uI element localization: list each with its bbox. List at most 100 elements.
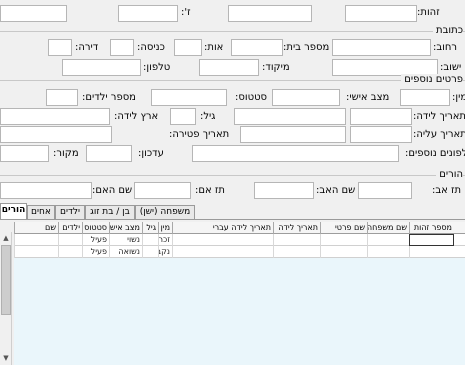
cell-status[interactable]: פעיל (82, 234, 109, 246)
letter-label: אות: (204, 42, 224, 53)
tab-siblings[interactable]: אחים (27, 205, 55, 219)
marital-status-label: מצב אישי: (346, 92, 390, 103)
table-row[interactable]: נקבה נשואה פעיל (14, 246, 465, 258)
aliya-date-label: תאריך עליה: (413, 129, 465, 140)
cell-age[interactable] (142, 246, 158, 258)
birth-country-input[interactable] (0, 108, 110, 125)
col-name[interactable]: שם (14, 222, 58, 234)
cell-first-name[interactable] (320, 246, 367, 258)
cell-id-number[interactable] (409, 234, 454, 246)
cell-status[interactable]: פעיל (82, 246, 109, 258)
settlement-label: ישוב: (440, 62, 462, 73)
phone-input[interactable] (62, 59, 141, 76)
father-id-input[interactable] (358, 182, 412, 199)
scroll-down-icon[interactable]: ▼ (1, 353, 11, 363)
update-label: עדכון: (138, 148, 164, 159)
table-row[interactable]: זכר נשוי פעיל ▶ (14, 234, 465, 246)
tab-family-old[interactable]: משפחה (ישן) (135, 205, 195, 219)
scroll-up-icon[interactable]: ▲ (1, 233, 11, 243)
cell-children[interactable] (58, 234, 82, 246)
col-children[interactable]: ילדים (58, 222, 82, 234)
death-date-input[interactable] (0, 126, 112, 143)
death-date-label: תאריך פטירה: (169, 129, 230, 140)
update-input[interactable] (86, 145, 132, 162)
parents-group-line (0, 175, 465, 176)
birthdate-label: תאריך לידה: (413, 111, 465, 122)
hebrew-aliya-date-input[interactable] (240, 126, 346, 143)
scroll-thumb[interactable] (1, 245, 11, 315)
cell-name[interactable] (14, 246, 58, 258)
letter-input[interactable] (174, 39, 202, 56)
tab-children[interactable]: ילדים (55, 205, 85, 219)
house-number-label: מספר בית: (283, 42, 330, 53)
more-group-title: פרטים נוספים (401, 74, 463, 86)
cell-gender[interactable]: נקבה (158, 246, 172, 258)
cell-hebrew-birthdate[interactable] (172, 246, 273, 258)
col-marital-status[interactable]: מצב אישי (109, 222, 142, 234)
top-field-b[interactable] (0, 5, 67, 22)
father-id-label: תז אב: (432, 185, 462, 196)
id-label: זהות: (417, 7, 440, 18)
source-input[interactable] (0, 145, 49, 162)
grid-header: מספר זהות שם משפחה שם פרטי תאריך לידה תא… (14, 222, 465, 234)
z-input[interactable] (118, 5, 178, 22)
entrance-input[interactable] (110, 39, 134, 56)
street-input[interactable] (332, 39, 431, 56)
age-input[interactable] (170, 108, 196, 125)
col-birthdate[interactable]: תאריך לידה (273, 222, 320, 234)
entrance-label: כניסה: (137, 42, 165, 53)
gender-input[interactable] (400, 89, 450, 106)
mother-name-label: שם האם: (92, 185, 133, 196)
col-gender[interactable]: מין (158, 222, 172, 234)
cell-last-name[interactable] (367, 246, 409, 258)
family-grid[interactable]: מספר זהות שם משפחה שם פרטי תאריך לידה תא… (14, 222, 465, 365)
col-hebrew-birthdate[interactable]: תאריך לידה עברי (172, 222, 273, 234)
cell-id-number[interactable] (409, 246, 454, 258)
children-count-input[interactable] (46, 89, 78, 106)
z-label: ז': (181, 7, 191, 18)
cell-birthdate[interactable] (273, 246, 320, 258)
cell-marital-status[interactable]: נשואה (109, 246, 142, 258)
cell-birthdate[interactable] (273, 234, 320, 246)
col-id-number[interactable]: מספר זהות (409, 222, 454, 234)
hebrew-birthdate-input[interactable] (234, 108, 346, 125)
col-age[interactable]: גיל (142, 222, 158, 234)
grid-vertical-scrollbar[interactable]: ▲ ▼ (0, 232, 12, 365)
father-name-label: שם האב: (316, 185, 356, 196)
source-label: מקור: (53, 148, 79, 159)
cell-marital-status[interactable]: נשוי (109, 234, 142, 246)
mother-id-input[interactable] (134, 182, 191, 199)
cell-first-name[interactable] (320, 234, 367, 246)
extra-phones-label: טלפונים נוספים: (405, 148, 465, 159)
birth-country-label: ארץ לידה: (114, 111, 159, 122)
col-status[interactable]: סטטוס (82, 222, 109, 234)
gender-label: מין: (452, 92, 465, 103)
extra-phones-input[interactable] (192, 145, 399, 162)
tab-strip-divider (0, 219, 465, 220)
mother-name-input[interactable] (0, 182, 92, 199)
cell-hebrew-birthdate[interactable] (172, 234, 273, 246)
address-group-line (0, 31, 465, 32)
zip-label: מיקוד: (262, 62, 290, 73)
father-name-input[interactable] (254, 182, 314, 199)
birthdate-input[interactable] (350, 108, 412, 125)
zip-input[interactable] (199, 59, 259, 76)
house-number-input[interactable] (231, 39, 283, 56)
id-input[interactable] (345, 5, 417, 22)
col-last-name[interactable]: שם משפחה (367, 222, 409, 234)
tab-parents[interactable]: הורים (0, 203, 27, 219)
col-first-name[interactable]: שם פרטי (320, 222, 367, 234)
apartment-label: דירה: (75, 42, 99, 53)
top-field-a[interactable] (228, 5, 312, 22)
more-group-line (0, 80, 465, 81)
cell-gender[interactable]: זכר (158, 234, 172, 246)
aliya-date-input[interactable] (350, 126, 412, 143)
cell-name[interactable] (14, 234, 58, 246)
tab-spouse[interactable]: בן / בת זוג (85, 205, 135, 219)
cell-age[interactable] (142, 234, 158, 246)
apartment-input[interactable] (48, 39, 72, 56)
status-input[interactable] (151, 89, 227, 106)
cell-children[interactable] (58, 246, 82, 258)
marital-status-input[interactable] (272, 89, 340, 106)
cell-last-name[interactable] (367, 234, 409, 246)
